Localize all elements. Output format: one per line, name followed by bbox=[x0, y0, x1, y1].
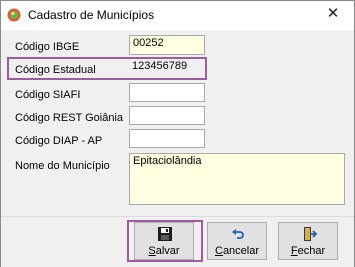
codigo-diap-ap-input[interactable] bbox=[129, 129, 205, 148]
nome-municipio-label: Nome do Município bbox=[15, 160, 110, 172]
codigo-ibge-label: Código IBGE bbox=[15, 41, 80, 53]
undo-arrow-icon bbox=[232, 229, 244, 239]
codigo-siafi-input[interactable] bbox=[129, 83, 205, 102]
cadastro-window: Cadastro de Municípios ✕ Código IBGE 002… bbox=[0, 0, 355, 267]
codigo-ibge-input[interactable]: 00252 bbox=[129, 35, 205, 55]
title-bar: Cadastro de Municípios ✕ bbox=[1, 1, 354, 30]
codigo-estadual-input[interactable]: 123456789 bbox=[129, 59, 205, 78]
salvar-button[interactable]: Salvar bbox=[134, 222, 194, 260]
app-globe-icon bbox=[7, 8, 21, 22]
cancelar-label: Cancelar bbox=[214, 245, 260, 257]
floppy-disk-icon bbox=[158, 227, 172, 241]
window-title: Cadastro de Municípios bbox=[28, 8, 155, 22]
salvar-label: Salvar bbox=[148, 245, 180, 257]
close-icon[interactable]: ✕ bbox=[322, 5, 344, 23]
codigo-rest-goiania-input[interactable] bbox=[129, 106, 205, 125]
fechar-button[interactable]: Fechar bbox=[278, 222, 338, 260]
codigo-diap-ap-label: Código DIAP - AP bbox=[15, 135, 103, 147]
codigo-siafi-label: Código SIAFI bbox=[15, 89, 81, 101]
exit-door-icon bbox=[304, 227, 317, 241]
codigo-estadual-label: Código Estadual bbox=[15, 64, 96, 76]
cancelar-button[interactable]: Cancelar bbox=[207, 222, 267, 260]
codigo-rest-goiania-label: Código REST Goiânia bbox=[15, 112, 124, 124]
fechar-label: Fechar bbox=[290, 245, 326, 257]
nome-municipio-textarea[interactable]: Epitaciolândia bbox=[129, 153, 345, 205]
